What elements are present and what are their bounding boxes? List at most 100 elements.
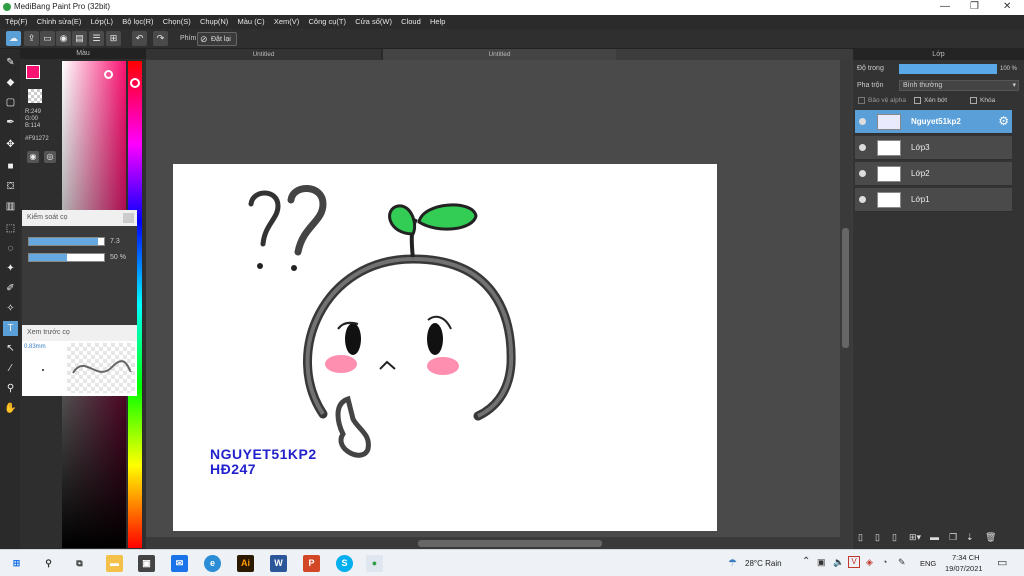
menu-filter[interactable]: Bộ lọc(R) — [122, 15, 153, 29]
brush-tool-icon[interactable]: ✎ — [3, 55, 18, 70]
team-icon[interactable]: ◉ — [56, 31, 71, 46]
antivirus-icon[interactable]: ◈ — [866, 557, 873, 568]
fill-rect-tool-icon[interactable]: ■ — [3, 159, 18, 174]
layer-row-lop2[interactable]: Lớp2 — [855, 162, 1012, 186]
task-view-icon[interactable]: ⧉ — [71, 555, 88, 572]
mail-icon[interactable]: ✉ — [171, 555, 188, 572]
gradient-tool-icon[interactable]: ▥ — [3, 199, 18, 214]
text-tool-icon[interactable]: T — [3, 321, 18, 336]
notifications-icon[interactable]: ▭ — [997, 556, 1007, 569]
pen-workspace-icon[interactable]: ✎ — [898, 557, 906, 568]
file-explorer-icon[interactable]: ▬ — [106, 555, 123, 572]
operation-tool-icon[interactable]: ↖ — [3, 341, 18, 356]
vertical-scrollbar[interactable] — [840, 60, 851, 549]
input-language[interactable]: ENG — [920, 559, 936, 568]
clock-time[interactable]: 7:34 CH — [952, 553, 980, 562]
layer-opacity-slider[interactable] — [899, 64, 997, 74]
layer-row-nguyet51kp2[interactable]: Nguyet51kp2 ⚙ — [855, 110, 1012, 134]
medibang-taskbar-icon[interactable]: ● — [366, 555, 383, 572]
new-halftone-layer-icon[interactable]: ▯ — [875, 532, 889, 544]
eraser-tool-icon[interactable]: ◆ — [3, 75, 18, 90]
layer-settings-gear-icon[interactable]: ⚙ — [998, 114, 1009, 128]
menu-color[interactable]: Màu (C) — [238, 15, 265, 29]
menu-file[interactable]: Tệp(F) — [5, 15, 28, 29]
blend-mode-select[interactable]: Bình thường ▾ — [899, 80, 1019, 91]
move-tool-icon[interactable]: ✥ — [3, 137, 18, 152]
visibility-eye-icon[interactable] — [859, 118, 866, 125]
canvas-settings-icon[interactable]: ⊞ — [106, 31, 121, 46]
menu-snap[interactable]: Chụp(N) — [200, 15, 228, 29]
menu-tools[interactable]: Công cụ(T) — [309, 15, 347, 29]
layer-row-lop3[interactable]: Lớp3 — [855, 136, 1012, 160]
redo-icon[interactable]: ↷ — [153, 31, 168, 46]
palette-icon[interactable]: ◉ — [27, 151, 39, 163]
magic-wand-tool-icon[interactable]: ✦ — [3, 261, 18, 276]
menu-cloud[interactable]: Cloud — [401, 15, 421, 29]
new-8bit-layer-icon[interactable]: ▯ — [892, 532, 906, 544]
list-icon[interactable]: ☰ — [89, 31, 104, 46]
page-icon[interactable]: ▤ — [72, 31, 87, 46]
folder-icon[interactable]: ▬ — [930, 532, 944, 544]
clipping-checkbox[interactable] — [914, 97, 921, 104]
vertical-scroll-thumb[interactable] — [842, 228, 849, 348]
reset-button[interactable]: ⊘ Đặt lại — [197, 32, 237, 46]
hand-tool-icon[interactable]: ✋ — [3, 401, 18, 416]
brush-control-collapse-icon[interactable] — [123, 213, 134, 223]
horizontal-scrollbar[interactable] — [146, 537, 840, 549]
edge-icon[interactable]: e — [204, 555, 221, 572]
eyedropper-tool-icon[interactable]: ⚲ — [3, 381, 18, 396]
undo-icon[interactable]: ↶ — [132, 31, 147, 46]
select-eraser-tool-icon[interactable]: ✧ — [3, 301, 18, 316]
skype-icon[interactable]: S — [336, 555, 353, 572]
visibility-eye-icon[interactable] — [859, 196, 866, 203]
merge-layer-icon[interactable]: ⇣ — [966, 532, 980, 544]
select-tool-icon[interactable]: ⬚ — [3, 221, 18, 236]
hue-slider-handle[interactable] — [130, 78, 140, 88]
brush-opacity-slider[interactable] — [28, 253, 105, 262]
minimize-icon[interactable]: — — [940, 1, 950, 12]
pen-tool-icon[interactable]: ✒ — [3, 115, 18, 130]
comment-icon[interactable]: ▭ — [40, 31, 55, 46]
bucket-tool-icon[interactable]: ⛋ — [3, 179, 18, 194]
menu-select[interactable]: Chọn(S) — [163, 15, 191, 29]
transparent-color-swatch[interactable] — [28, 89, 42, 103]
lock-checkbox[interactable] — [970, 97, 977, 104]
share-icon[interactable]: ⇪ — [24, 31, 39, 46]
menu-view[interactable]: Xem(V) — [274, 15, 299, 29]
divide-tool-icon[interactable]: ⁄ — [3, 361, 18, 376]
powerpoint-icon[interactable]: P — [303, 555, 320, 572]
drawing-paper[interactable]: NGUYET51KP2 HĐ247 — [173, 164, 717, 531]
visibility-eye-icon[interactable] — [859, 170, 866, 177]
duplicate-layer-icon[interactable]: ❐ — [949, 532, 963, 544]
tab-untitled-1[interactable]: Untitled — [146, 49, 381, 60]
volume-icon[interactable]: 🔈 — [833, 557, 844, 568]
menu-window[interactable]: Cửa sổ(W) — [355, 15, 392, 29]
word-icon[interactable]: W — [270, 555, 287, 572]
tab-untitled-2[interactable]: Untitled — [383, 49, 616, 60]
store-icon[interactable]: ▣ — [138, 555, 155, 572]
weather-text[interactable]: 28°C Rain — [745, 559, 782, 568]
unikey-icon[interactable]: V — [848, 556, 860, 568]
menu-help[interactable]: Help — [430, 15, 445, 29]
protect-alpha-checkbox[interactable] — [858, 97, 865, 104]
select-pen-tool-icon[interactable]: ✐ — [3, 281, 18, 296]
lasso-tool-icon[interactable]: ◌ — [3, 241, 18, 256]
primary-color-swatch[interactable] — [26, 65, 40, 79]
network-status-icon[interactable]: ▣ — [817, 557, 826, 568]
brush-size-slider[interactable] — [28, 237, 105, 246]
search-icon[interactable]: ⚲ — [40, 555, 57, 572]
windows-start-icon[interactable]: ⊞ — [8, 555, 25, 572]
maximize-icon[interactable]: ❐ — [970, 1, 979, 12]
delete-layer-icon[interactable]: 🗑 — [985, 532, 999, 544]
cloud-icon[interactable]: ☁ — [6, 31, 21, 46]
layer-row-lop1[interactable]: Lớp1 — [855, 188, 1012, 212]
chevron-up-icon[interactable]: ⌃ — [802, 556, 810, 567]
color-wheel-icon[interactable]: ◎ — [44, 151, 56, 163]
close-icon[interactable]: ✕ — [1003, 1, 1011, 12]
menu-edit[interactable]: Chỉnh sửa(E) — [37, 15, 82, 29]
wifi-icon[interactable]: ◔ — [882, 557, 887, 567]
clock-date[interactable]: 19/07/2021 — [945, 564, 983, 573]
menu-layer[interactable]: Lớp(L) — [91, 15, 113, 29]
horizontal-scroll-thumb[interactable] — [418, 540, 602, 547]
visibility-eye-icon[interactable] — [859, 144, 866, 151]
